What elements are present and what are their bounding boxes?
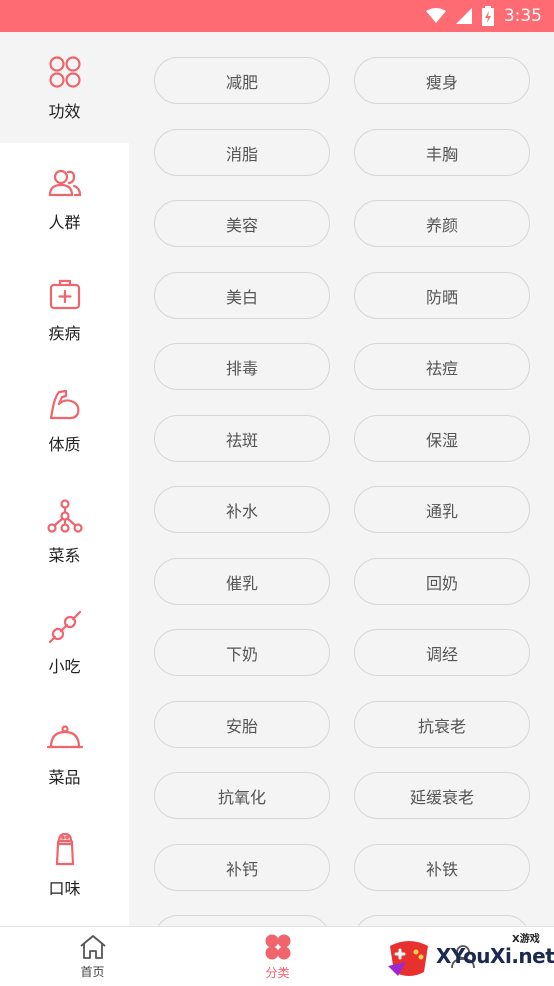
- tag-button-partial[interactable]: [354, 915, 530, 926]
- tag-button[interactable]: 延缓衰老: [354, 772, 530, 819]
- category-clover-icon: [265, 934, 290, 960]
- clock: 3:35: [503, 6, 542, 26]
- signal-icon: [455, 8, 472, 24]
- tree-network-icon: [46, 498, 83, 533]
- skewer-icon: [48, 610, 81, 643]
- battery-icon: [481, 6, 494, 26]
- sidebar-item-label: 菜品: [48, 767, 81, 787]
- sidebar-item-people[interactable]: 人群: [0, 143, 129, 254]
- sidebar-item-label: 小吃: [48, 656, 81, 676]
- sidebar-item-label: 功效: [48, 101, 81, 121]
- tag-button[interactable]: 保湿: [354, 415, 530, 462]
- tag-button-partial[interactable]: [154, 915, 330, 926]
- tag-button[interactable]: 补铁: [354, 844, 530, 891]
- sidebar-item-flavor[interactable]: 口味: [0, 809, 129, 920]
- tag-button[interactable]: 瘦身: [354, 57, 530, 104]
- tag-button[interactable]: 补钙: [154, 844, 330, 891]
- sidebar-item-label: 菜系: [48, 545, 81, 565]
- salt-shaker-icon: [55, 832, 74, 865]
- tag-button[interactable]: 美容: [154, 200, 330, 247]
- tab-label: 分类: [265, 966, 290, 980]
- tag-button[interactable]: 美白: [154, 272, 330, 319]
- sidebar-item-constitution[interactable]: 体质: [0, 365, 129, 476]
- tag-button[interactable]: 催乳: [154, 558, 330, 605]
- profile-icon: [450, 944, 475, 968]
- home-icon: [79, 935, 106, 959]
- category-sidebar: 功效 人群 疾病 体质 菜系 小吃 菜品 口味: [0, 32, 129, 926]
- tag-grid: 减肥 瘦身 消脂 丰胸 美容 养颜 美白 防晒 排毒 祛痘 祛斑 保湿 补水 通…: [129, 32, 554, 926]
- medical-kit-icon: [49, 279, 80, 309]
- tag-button[interactable]: 抗衰老: [354, 701, 530, 748]
- sidebar-item-label: 体质: [48, 434, 81, 454]
- sidebar-item-label: 疾病: [48, 323, 81, 343]
- sidebar-item-cuisine[interactable]: 菜系: [0, 476, 129, 587]
- four-circles-icon: [48, 55, 81, 88]
- tag-button[interactable]: 抗氧化: [154, 772, 330, 819]
- tag-button[interactable]: 减肥: [154, 57, 330, 104]
- sidebar-item-dishes[interactable]: 菜品: [0, 698, 129, 809]
- people-icon: [48, 169, 81, 196]
- tag-button[interactable]: 祛痘: [354, 343, 530, 390]
- muscle-arm-icon: [49, 389, 79, 419]
- bottom-tab-bar: 首页 分类: [0, 926, 554, 986]
- tab-label: 首页: [80, 965, 105, 979]
- status-bar: 3:35: [0, 0, 554, 32]
- tag-button[interactable]: 补水: [154, 486, 330, 533]
- sidebar-item-label: 口味: [48, 878, 81, 898]
- wifi-icon: [425, 8, 446, 23]
- tab-home[interactable]: 首页: [0, 927, 185, 986]
- tag-button[interactable]: 下奶: [154, 629, 330, 676]
- tag-button[interactable]: 祛斑: [154, 415, 330, 462]
- sidebar-item-label: 人群: [48, 212, 81, 232]
- tag-button[interactable]: 安胎: [154, 701, 330, 748]
- tab-profile[interactable]: [370, 927, 554, 986]
- sidebar-item-snacks[interactable]: 小吃: [0, 587, 129, 698]
- tag-button[interactable]: 调经: [354, 629, 530, 676]
- sidebar-item-disease[interactable]: 疾病: [0, 254, 129, 365]
- tag-button[interactable]: 丰胸: [354, 129, 530, 176]
- tag-button[interactable]: 排毒: [154, 343, 330, 390]
- tag-button[interactable]: 养颜: [354, 200, 530, 247]
- tag-button[interactable]: 通乳: [354, 486, 530, 533]
- tab-category[interactable]: 分类: [185, 927, 370, 986]
- tag-button[interactable]: 回奶: [354, 558, 530, 605]
- tag-button[interactable]: 防晒: [354, 272, 530, 319]
- cloche-icon: [46, 724, 83, 748]
- tag-button[interactable]: 消脂: [154, 129, 330, 176]
- sidebar-item-effects[interactable]: 功效: [0, 32, 129, 143]
